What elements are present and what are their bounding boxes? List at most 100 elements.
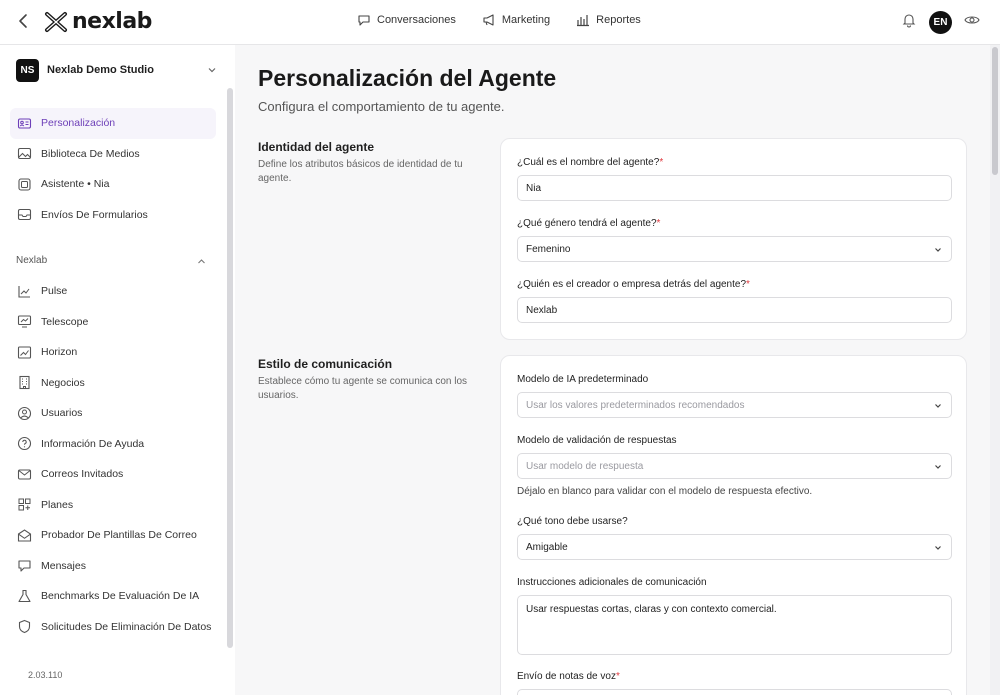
page-title: Personalización del Agente [258, 65, 557, 91]
building-icon [19, 376, 30, 390]
agent-name-input[interactable]: Nia [517, 175, 952, 201]
validation-help-text: Déjalo en blanco para validar con el mod… [517, 486, 813, 497]
sidebar-item-pulse[interactable]: Pulse [10, 276, 216, 307]
sidebar-item-planes[interactable]: Planes [10, 490, 216, 521]
nav-marketing[interactable]: Marketing [482, 13, 550, 27]
sidebar-item-biblioteca[interactable]: Biblioteca De Medios [10, 139, 216, 170]
gender-value: Femenino [526, 244, 571, 255]
megaphone-icon [483, 14, 494, 26]
sidebar-scrollbar[interactable] [227, 88, 233, 648]
identity-section-title: Identidad del agente [258, 140, 375, 154]
sidebar-item-correos[interactable]: Correos Invitados [10, 459, 216, 490]
sidebar-item-label: Correos Invitados [41, 468, 124, 481]
agent-creator-input[interactable]: Nexlab [517, 297, 952, 323]
required-mark: * [746, 279, 750, 290]
main-content: Personalización del Agente Configura el … [235, 45, 990, 695]
identity-section-desc: Define los atributos básicos de identida… [258, 159, 463, 184]
sidebar-item-ayuda[interactable]: Información De Ayuda [10, 429, 216, 460]
sidebar-item-label: Asistente • Nia [41, 178, 110, 191]
ai-model-label: Modelo de IA predeterminado [517, 374, 649, 385]
bar-chart-icon [577, 15, 590, 27]
monitor-chart-icon [17, 315, 32, 328]
sidebar-item-label: Negocios [41, 376, 85, 389]
agent-gender-label: ¿Qué género tendrá el agente?* [517, 218, 661, 229]
sidebar-item-mensajes[interactable]: Mensajes [10, 551, 216, 582]
mail-template-icon [17, 529, 32, 542]
voice-notes-select[interactable] [517, 689, 952, 695]
help-circle-icon [17, 437, 32, 451]
grid-plus-icon [18, 498, 31, 511]
sidebar-item-usuarios[interactable]: Usuarios [10, 398, 216, 429]
sidebar-section-label: Nexlab [16, 255, 48, 266]
tone-label: ¿Qué tono debe usarse? [517, 516, 628, 527]
eye-icon[interactable] [964, 12, 980, 33]
chevron-down-icon [208, 68, 216, 73]
required-mark: * [656, 218, 661, 229]
nav-label: Marketing [501, 14, 551, 26]
sidebar-item-label: Solicitudes De Eliminación De Datos [41, 620, 212, 633]
validation-model-select[interactable]: Usar modelo de respuesta [517, 453, 952, 479]
ai-model-select[interactable]: Usar los valores predeterminados recomen… [517, 392, 952, 418]
app-version: 2.03.110 [28, 670, 63, 680]
agent-creator-label: ¿Quién es el creador o empresa detrás de… [517, 279, 750, 290]
required-mark: * [615, 671, 620, 682]
required-mark: * [659, 157, 664, 168]
workspace-name: Nexlab Demo Studio [47, 64, 154, 76]
nav-conversaciones[interactable]: Conversaciones [357, 13, 456, 27]
sidebar-section-list: Pulse Telescope Horizon Negocios Usuario… [10, 276, 216, 642]
page-scrollbar-thumb[interactable] [992, 47, 998, 175]
logo-text: nexlab [72, 9, 152, 34]
agent-gender-select[interactable]: Femenino [517, 236, 952, 262]
instructions-textarea[interactable]: Usar respuestas cortas, claras y con con… [517, 595, 952, 655]
agent-name-label: ¿Cuál es el nombre del agente?* [517, 157, 664, 168]
back-arrow-icon[interactable] [16, 12, 32, 32]
tone-value: Amigable [526, 542, 568, 553]
sidebar-item-label: Telescope [41, 315, 89, 328]
instructions-label: Instrucciones adicionales de comunicació… [517, 577, 707, 588]
workspace-badge: NS [16, 58, 39, 82]
sidebar-item-personalizacion[interactable]: Personalización [10, 108, 216, 139]
mail-icon [17, 469, 32, 480]
image-icon [17, 148, 32, 160]
chevron-down-icon [935, 546, 941, 550]
sidebar-item-probador[interactable]: Probador De Plantillas De Correo [10, 520, 216, 551]
tone-select[interactable]: Amigable [517, 534, 952, 560]
sidebar-item-horizon[interactable]: Horizon [10, 337, 216, 368]
chevron-down-icon [935, 248, 941, 252]
ai-model-placeholder: Usar los valores predeterminados recomen… [526, 400, 745, 411]
assistant-icon [18, 178, 31, 191]
sidebar-item-telescope[interactable]: Telescope [10, 307, 216, 338]
sidebar-item-envios[interactable]: Envíos De Formularios [10, 200, 216, 231]
message-icon [18, 560, 31, 572]
sidebar-item-asistente[interactable]: Asistente • Nia [10, 169, 216, 200]
chart-line-icon [18, 285, 30, 298]
validation-model-placeholder: Usar modelo de respuesta [526, 461, 644, 472]
sidebar-item-label: Benchmarks De Evaluación De IA [41, 590, 200, 603]
sidebar-item-negocios[interactable]: Negocios [10, 368, 216, 399]
shield-icon [18, 620, 31, 634]
nav-reportes[interactable]: Reportes [576, 13, 641, 27]
inbox-icon [17, 209, 32, 221]
top-nav: Conversaciones Marketing Reportes [357, 13, 641, 27]
sidebar-item-solicitudes[interactable]: Solicitudes De Eliminación De Datos [10, 612, 216, 643]
trend-icon [17, 346, 32, 359]
page-subtitle: Configura el comportamiento de tu agente… [258, 99, 505, 114]
identity-card: ¿Cuál es el nombre del agente?* Nia ¿Qué… [500, 138, 967, 340]
workspace-switcher[interactable]: NS Nexlab Demo Studio [16, 58, 218, 82]
sidebar-item-label: Personalización [41, 117, 116, 130]
sidebar-item-benchmarks[interactable]: Benchmarks De Evaluación De IA [10, 581, 216, 612]
chevron-up-icon[interactable] [196, 256, 207, 267]
bell-icon[interactable] [901, 12, 917, 33]
sidebar-item-label: Planes [41, 498, 74, 511]
chevron-down-icon [935, 465, 941, 469]
nav-label: Reportes [596, 14, 641, 26]
sidebar-item-label: Biblioteca De Medios [41, 147, 140, 160]
sidebar: NS Nexlab Demo Studio Personalización Bi… [0, 45, 235, 695]
validation-model-label: Modelo de validación de respuestas [517, 435, 677, 446]
sidebar-item-label: Usuarios [41, 407, 83, 420]
logo[interactable]: nexlab [44, 11, 152, 33]
sidebar-item-label: Envíos De Formularios [41, 208, 148, 221]
top-bar: nexlab Conversaciones Marketing Reportes… [0, 0, 1000, 45]
language-avatar[interactable]: EN [929, 11, 952, 34]
sidebar-item-label: Probador De Plantillas De Correo [41, 529, 197, 542]
